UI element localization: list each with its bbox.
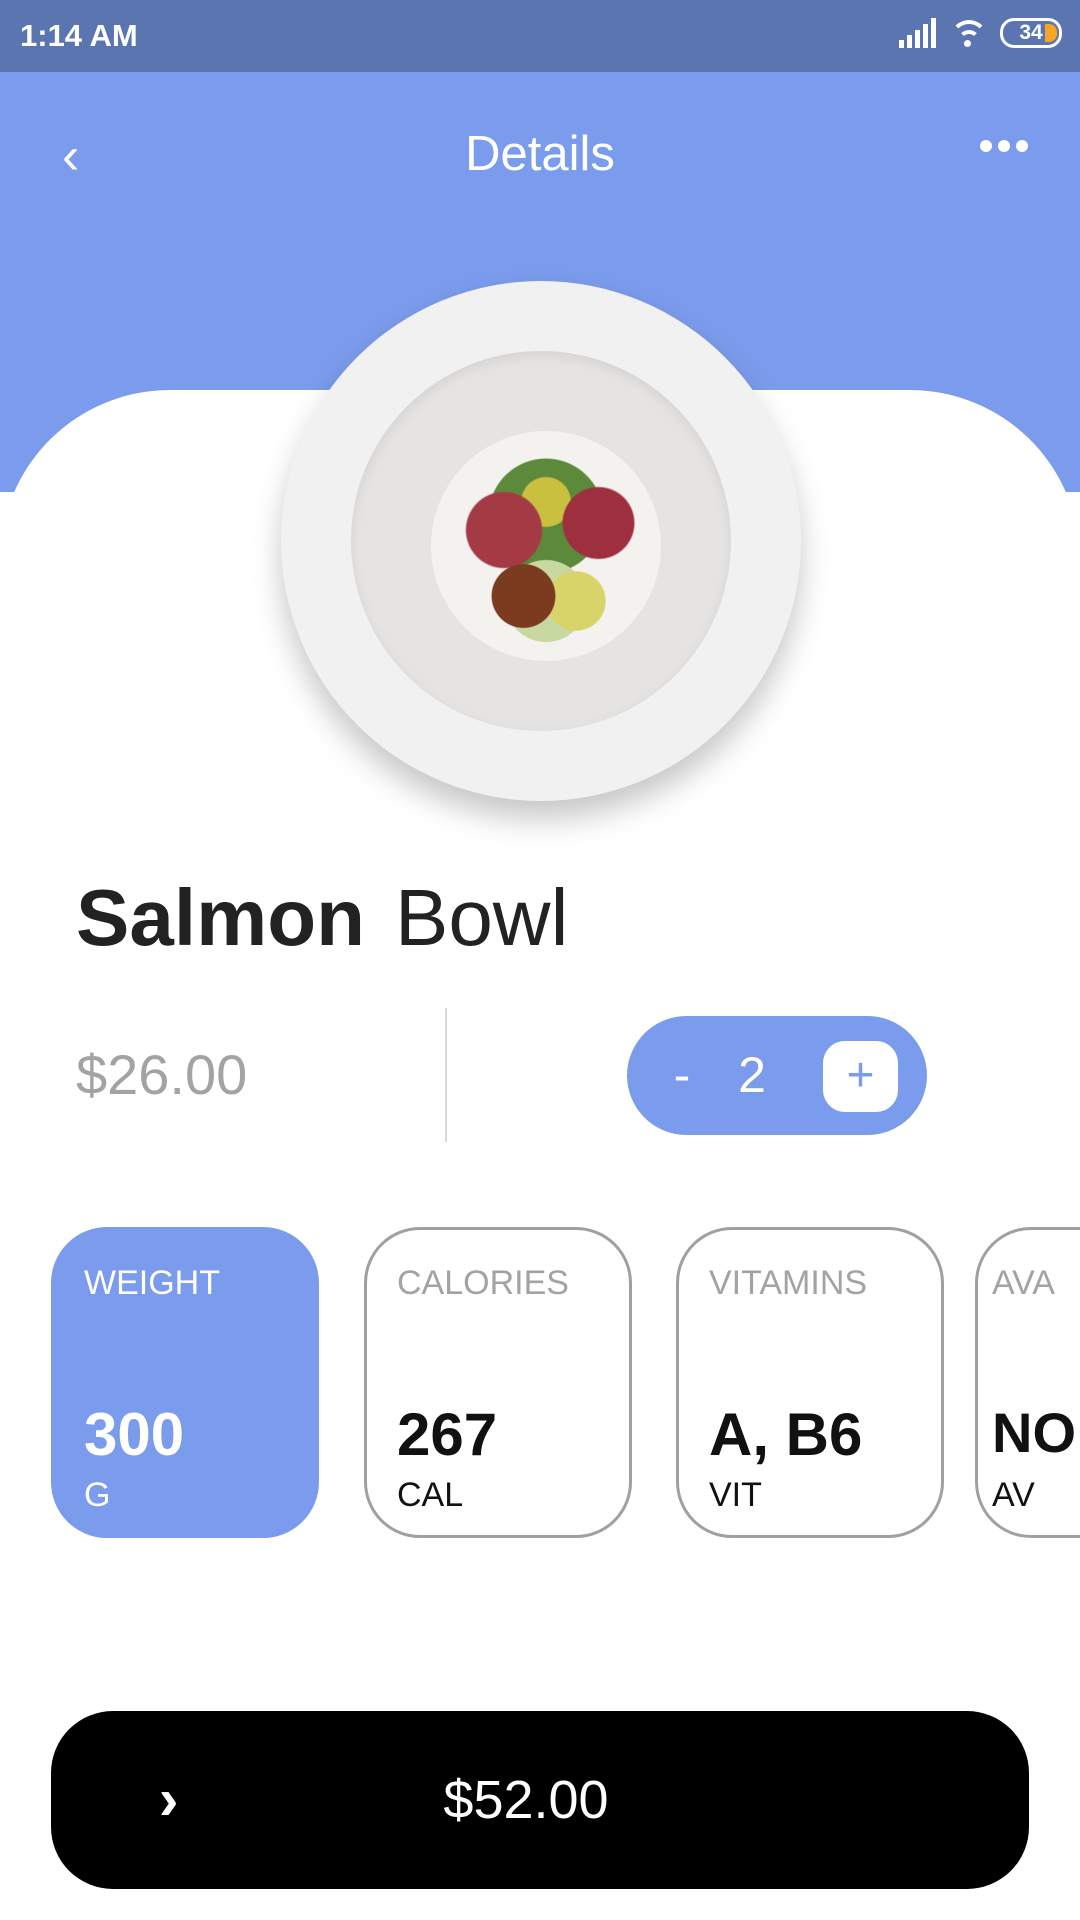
quantity-stepper: - 2 + — [627, 1016, 927, 1135]
card-value: A, B6 — [709, 1401, 863, 1468]
product-name-light: Bowl — [394, 873, 569, 962]
card-label: CALORIES — [397, 1264, 569, 1302]
card-value: 300 — [84, 1401, 185, 1468]
page-title: Details — [465, 127, 615, 181]
card-unit: VIT — [709, 1476, 762, 1514]
card-label: WEIGHT — [84, 1264, 220, 1302]
card-label: AVA — [992, 1264, 1055, 1302]
info-card-vitamins[interactable]: VITAMINS A, B6 VIT — [676, 1227, 944, 1538]
increment-button[interactable]: + — [823, 1041, 898, 1112]
card-value: NO — [992, 1401, 1076, 1464]
info-card-availability[interactable]: AVA NO AV — [975, 1227, 1080, 1538]
info-card-calories[interactable]: CALORIES 267 CAL — [364, 1227, 632, 1538]
signal-icon — [899, 18, 936, 48]
card-value: 267 — [397, 1401, 498, 1468]
quantity-value: 2 — [738, 1047, 766, 1103]
checkout-total: $52.00 — [443, 1770, 609, 1830]
battery-icon: 34 — [1000, 18, 1062, 48]
card-unit: G — [84, 1476, 111, 1514]
more-horizontal-icon — [980, 140, 992, 152]
battery-level: 34 — [1019, 21, 1043, 44]
decrement-button[interactable]: - — [657, 1046, 707, 1104]
more-menu-button[interactable] — [980, 140, 1028, 152]
status-time: 1:14 AM — [20, 18, 138, 53]
card-unit: CAL — [397, 1476, 464, 1514]
product-name: Salmon Bowl — [76, 872, 568, 964]
divider — [445, 1008, 447, 1142]
wifi-icon — [950, 18, 986, 48]
info-card-weight[interactable]: WEIGHT 300 G — [51, 1227, 319, 1538]
card-unit: AV — [992, 1476, 1035, 1514]
checkout-button[interactable]: ›››› $52.00 — [51, 1711, 1029, 1889]
status-bar: 1:14 AM 34 — [0, 0, 1080, 72]
card-label: VITAMINS — [709, 1264, 868, 1302]
product-image — [281, 281, 801, 801]
unit-price: $26.00 — [76, 1043, 248, 1106]
product-name-bold: Salmon — [76, 873, 365, 962]
